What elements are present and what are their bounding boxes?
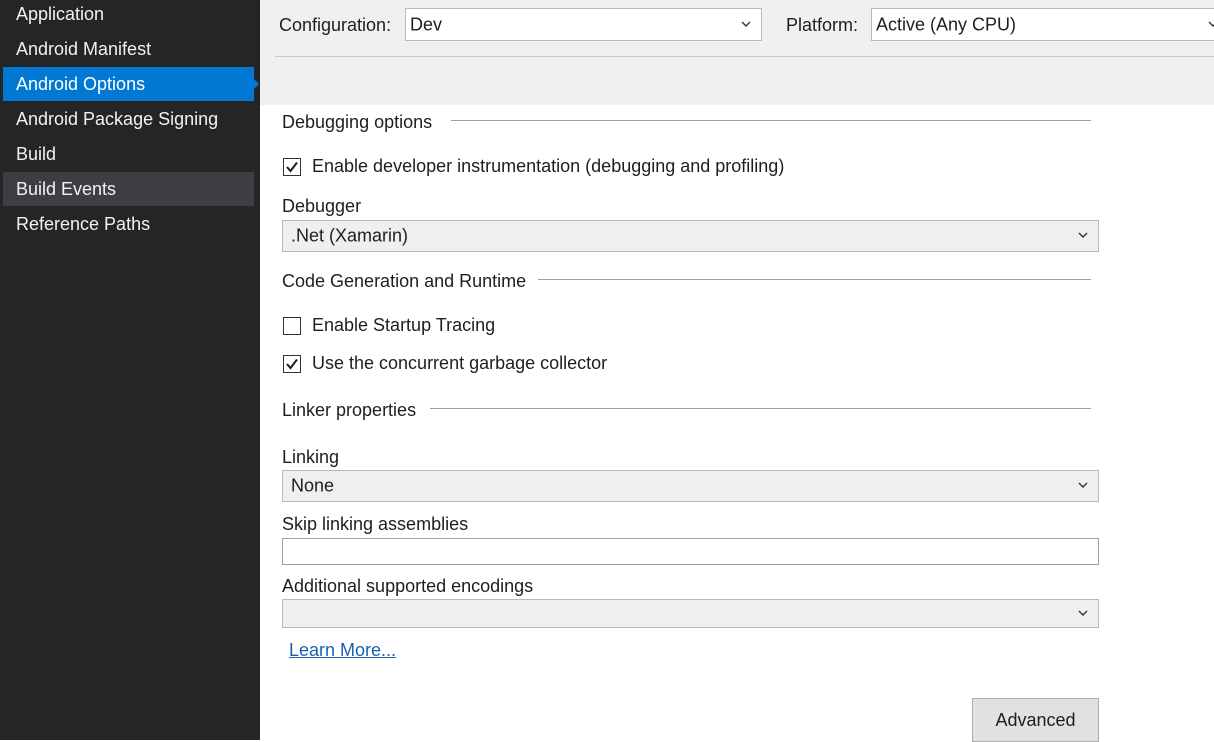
codegen-section-title: Code Generation and Runtime bbox=[282, 271, 527, 291]
chevron-down-icon bbox=[1208, 21, 1214, 31]
platform-dropdown[interactable]: Active (Any CPU) bbox=[871, 8, 1214, 41]
sidebar-item-build-events[interactable]: Build Events bbox=[3, 172, 254, 206]
checkbox-unchecked-icon bbox=[283, 317, 301, 335]
section-divider bbox=[430, 408, 1091, 409]
sidebar-item-android-options[interactable]: Android Options bbox=[3, 67, 254, 101]
chevron-down-icon bbox=[1078, 610, 1088, 620]
checkbox-checked-icon bbox=[283, 158, 301, 176]
debugging-section-title: Debugging options bbox=[282, 112, 433, 132]
debugger-value: .Net (Xamarin) bbox=[291, 225, 409, 246]
platform-value: Active (Any CPU) bbox=[876, 14, 1017, 34]
checkbox-checked-icon bbox=[283, 355, 301, 373]
toolbar-divider bbox=[275, 56, 1214, 57]
sidebar-item-android-package-signing[interactable]: Android Package Signing bbox=[3, 102, 254, 136]
sidebar: Application Android Manifest Android Opt… bbox=[0, 0, 260, 740]
skip-linking-input[interactable] bbox=[282, 538, 1099, 565]
enable-instrumentation-label: Enable developer instrumentation (debugg… bbox=[312, 156, 785, 176]
debugger-label: Debugger bbox=[282, 196, 362, 216]
sidebar-item-application[interactable]: Application bbox=[3, 0, 254, 31]
advanced-button[interactable]: Advanced bbox=[972, 698, 1099, 742]
skip-linking-label: Skip linking assemblies bbox=[282, 514, 469, 534]
debugger-dropdown[interactable]: .Net (Xamarin) bbox=[282, 220, 1099, 252]
concurrent-gc-label: Use the concurrent garbage collector bbox=[312, 353, 608, 373]
section-divider bbox=[538, 279, 1091, 280]
linking-value: None bbox=[291, 475, 335, 496]
sidebar-item-reference-paths[interactable]: Reference Paths bbox=[3, 207, 254, 241]
sidebar-item-build[interactable]: Build bbox=[3, 137, 254, 171]
configuration-bar: Configuration: Dev Platform: Active (Any… bbox=[260, 0, 1214, 105]
startup-tracing-label: Enable Startup Tracing bbox=[312, 315, 496, 335]
configuration-dropdown[interactable]: Dev bbox=[405, 8, 762, 41]
selection-arrow-icon bbox=[252, 77, 259, 91]
learn-more-link[interactable]: Learn More... bbox=[289, 640, 396, 661]
chevron-down-icon bbox=[741, 21, 751, 31]
chevron-down-icon bbox=[1078, 232, 1088, 242]
platform-label: Platform: bbox=[786, 15, 859, 35]
configuration-value: Dev bbox=[410, 14, 443, 34]
sidebar-item-android-manifest[interactable]: Android Manifest bbox=[3, 32, 254, 66]
chevron-down-icon bbox=[1078, 482, 1088, 492]
linker-section-title: Linker properties bbox=[282, 400, 417, 420]
section-divider bbox=[451, 120, 1091, 121]
configuration-label: Configuration: bbox=[279, 15, 392, 35]
linking-dropdown[interactable]: None bbox=[282, 470, 1099, 502]
encodings-dropdown[interactable] bbox=[282, 599, 1099, 628]
android-options-panel: Debugging options Enable developer instr… bbox=[260, 105, 1214, 742]
linking-label: Linking bbox=[282, 447, 340, 467]
encodings-label: Additional supported encodings bbox=[282, 576, 534, 596]
